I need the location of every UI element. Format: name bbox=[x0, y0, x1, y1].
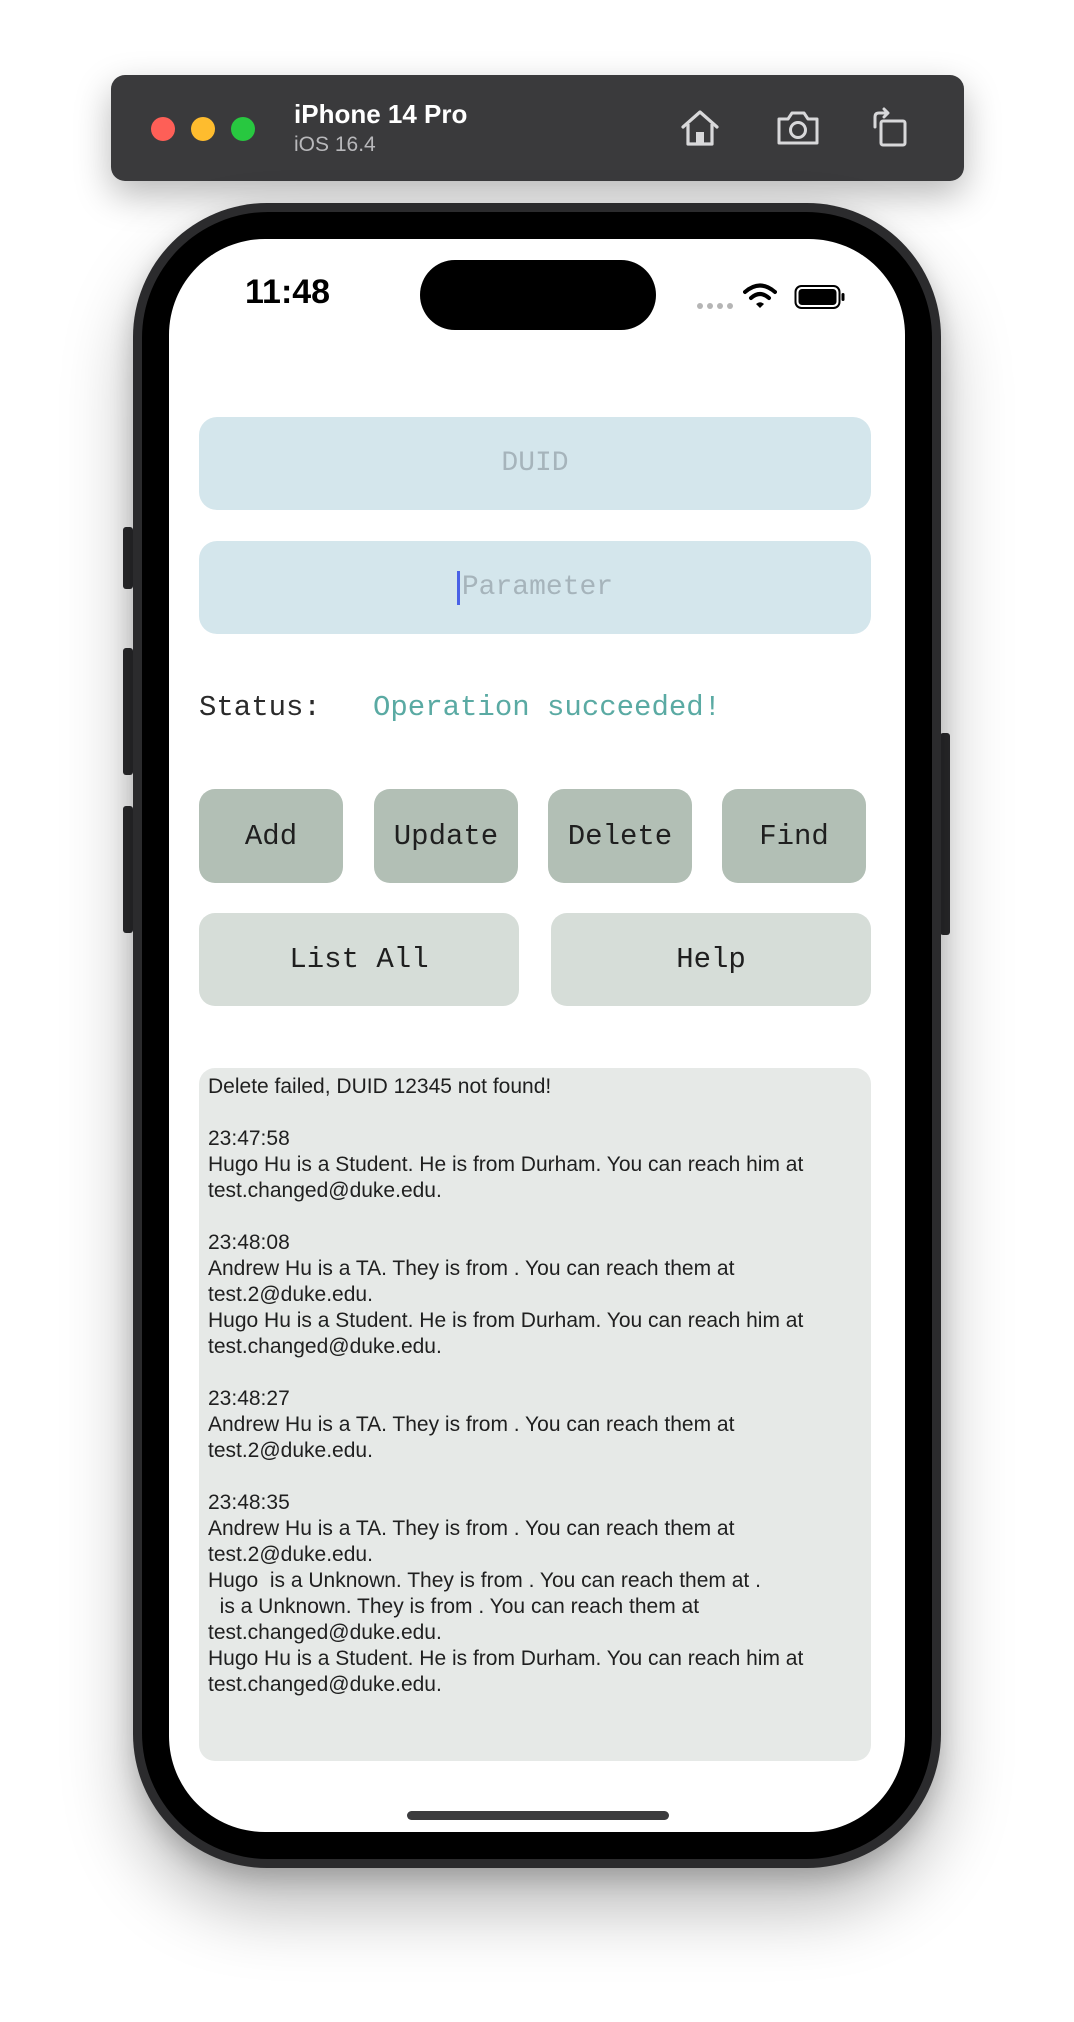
device-name: iPhone 14 Pro bbox=[294, 99, 468, 129]
phone-screen: 11:48 DUID Parameter Status: Operation s… bbox=[169, 239, 905, 1832]
cellular-signal-icon bbox=[697, 303, 733, 309]
status-message: Operation succeeded! bbox=[373, 691, 722, 724]
parameter-placeholder: Parameter bbox=[461, 572, 614, 603]
duid-input[interactable]: DUID bbox=[199, 417, 871, 510]
simulator-toolbar: iPhone 14 Pro iOS 16.4 bbox=[111, 75, 964, 181]
volume-down-button bbox=[123, 806, 133, 933]
volume-up-button bbox=[123, 648, 133, 775]
list-all-button[interactable]: List All bbox=[199, 913, 519, 1006]
status-bar-time: 11:48 bbox=[245, 273, 331, 311]
status-label: Status: bbox=[199, 691, 321, 724]
dynamic-island bbox=[420, 260, 656, 330]
find-button[interactable]: Find bbox=[722, 789, 866, 883]
output-log-text: Delete failed, DUID 12345 not found! 23:… bbox=[208, 1075, 804, 1696]
close-window-button[interactable] bbox=[151, 117, 175, 141]
battery-icon bbox=[794, 285, 845, 309]
os-version: iOS 16.4 bbox=[294, 133, 376, 156]
home-icon[interactable] bbox=[677, 105, 723, 151]
home-indicator[interactable] bbox=[407, 1811, 669, 1820]
parameter-input[interactable]: Parameter bbox=[199, 541, 871, 634]
add-button[interactable]: Add bbox=[199, 789, 343, 883]
help-button[interactable]: Help bbox=[551, 913, 871, 1006]
output-log[interactable]: Delete failed, DUID 12345 not found! 23:… bbox=[199, 1068, 871, 1761]
wifi-icon bbox=[743, 283, 777, 308]
zoom-window-button[interactable] bbox=[231, 117, 255, 141]
action-button bbox=[123, 527, 133, 589]
duid-placeholder: DUID bbox=[501, 448, 569, 479]
rotate-icon[interactable] bbox=[867, 105, 913, 151]
update-button[interactable]: Update bbox=[374, 789, 518, 883]
delete-button[interactable]: Delete bbox=[548, 789, 692, 883]
power-button bbox=[940, 733, 950, 935]
text-cursor bbox=[456, 570, 460, 605]
minimize-window-button[interactable] bbox=[191, 117, 215, 141]
screenshot-icon[interactable] bbox=[775, 105, 821, 151]
